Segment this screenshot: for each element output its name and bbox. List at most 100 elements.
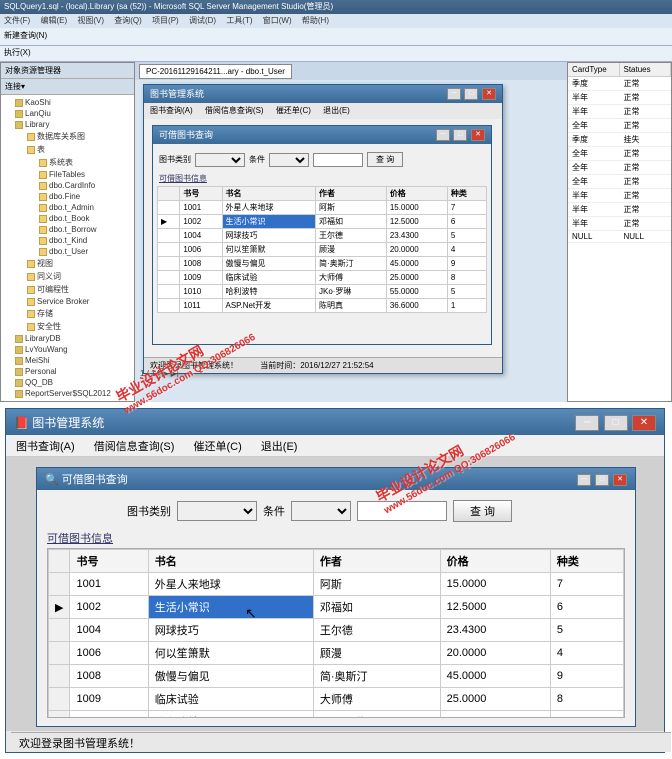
- col-header[interactable]: CardType: [568, 63, 620, 76]
- col-header[interactable]: 书名: [148, 550, 313, 573]
- menu-file[interactable]: 文件(F): [4, 16, 30, 25]
- search-button[interactable]: 查 询: [367, 152, 403, 167]
- table-row[interactable]: 1008傲慢与偏见简·奥斯汀45.00009: [49, 665, 624, 688]
- table-row[interactable]: 1008傲慢与偏见简·奥斯汀45.00009: [158, 257, 487, 271]
- grid-row[interactable]: 全年正常: [568, 147, 671, 161]
- col-header[interactable]: 作者: [315, 187, 386, 201]
- search-button[interactable]: 查 询: [453, 500, 512, 522]
- grid-row[interactable]: NULLNULL: [568, 231, 671, 243]
- category-select[interactable]: [177, 501, 257, 521]
- close-icon[interactable]: ✕: [482, 88, 496, 100]
- menu-book-query[interactable]: 图书查询(A): [150, 106, 193, 115]
- col-header[interactable]: 种类: [550, 550, 623, 573]
- minimize-icon[interactable]: ─: [447, 88, 461, 100]
- menu-book-query[interactable]: 图书查询(A): [16, 441, 75, 453]
- close-icon[interactable]: ✕: [471, 129, 485, 141]
- category-select[interactable]: [195, 153, 245, 167]
- table-row[interactable]: ▶1002生活小常识邓福如12.50006: [49, 596, 624, 619]
- search-input[interactable]: [357, 501, 447, 521]
- tree-node[interactable]: LibraryDB: [3, 333, 132, 344]
- tree-node[interactable]: 数据库关系图: [3, 130, 132, 143]
- col-header[interactable]: 种类: [447, 187, 486, 201]
- table-row[interactable]: 1010哈利波特JKo·罗琳55.00005: [49, 711, 624, 719]
- book-table-large[interactable]: 书号书名作者价格种类1001外星人来地球阿斯15.00007▶1002生活小常识…: [48, 549, 624, 718]
- maximize-icon[interactable]: □: [604, 415, 628, 431]
- search-input[interactable]: [313, 153, 363, 167]
- maximize-icon[interactable]: □: [453, 129, 467, 141]
- grid-row[interactable]: 全年正常: [568, 119, 671, 133]
- tree-node[interactable]: ReportServer$SQL2012: [3, 388, 132, 399]
- menu-view[interactable]: 视图(V): [77, 16, 104, 25]
- tree-node[interactable]: QQ_DB: [3, 377, 132, 388]
- table-row[interactable]: 1006何以笙箫默顾漫20.00004: [158, 243, 487, 257]
- grid-row[interactable]: 季度挂失: [568, 133, 671, 147]
- tree-node[interactable]: KaoShi: [3, 97, 132, 108]
- new-query-button[interactable]: 新建查询(N): [4, 31, 47, 40]
- table-row[interactable]: ▶1002生活小常识邓福如12.50006: [158, 215, 487, 229]
- table-row[interactable]: 1001外星人来地球阿斯15.00007: [49, 573, 624, 596]
- maximize-icon[interactable]: □: [464, 88, 478, 100]
- menu-exit[interactable]: 退出(E): [323, 106, 350, 115]
- tree-node[interactable]: 安全性: [3, 320, 132, 333]
- window-titlebar[interactable]: 图书管理系统 ─ □ ✕: [144, 85, 502, 103]
- execute-button[interactable]: 执行(X): [4, 48, 31, 57]
- tree-node[interactable]: LvYouWang: [3, 344, 132, 355]
- tree-node[interactable]: 系统表: [3, 156, 132, 169]
- grid-row[interactable]: 全年正常: [568, 175, 671, 189]
- table-row[interactable]: 1010哈利波特JKo·罗琳55.00005: [158, 285, 487, 299]
- col-header[interactable]: 价格: [386, 187, 447, 201]
- table-row[interactable]: 1001外星人来地球阿斯15.00007: [158, 201, 487, 215]
- table-row[interactable]: 1004网球技巧王尔德23.43005: [49, 619, 624, 642]
- minimize-icon[interactable]: ─: [575, 415, 599, 431]
- tree-node[interactable]: Library: [3, 119, 132, 130]
- query-titlebar[interactable]: 🔍 可借图书查询 ─ □ ✕: [37, 468, 635, 490]
- book-table-small[interactable]: 书号书名作者价格种类1001外星人来地球阿斯15.00007▶1002生活小常识…: [157, 186, 487, 313]
- minimize-icon[interactable]: ─: [436, 129, 450, 141]
- grid-row[interactable]: 半年正常: [568, 91, 671, 105]
- grid-row[interactable]: 半年正常: [568, 203, 671, 217]
- ssms-toolbar[interactable]: 新建查询(N): [0, 28, 672, 46]
- menu-tools[interactable]: 工具(T): [226, 16, 252, 25]
- tree-node[interactable]: dbo.CardInfo: [3, 180, 132, 191]
- table-row[interactable]: 1009临床试验大师傅25.00008: [158, 271, 487, 285]
- menu-borrow-info[interactable]: 借阅信息查询(S): [94, 441, 175, 453]
- results-grid[interactable]: CardTypeStatues季度正常半年正常半年正常全年正常季度挂失全年正常全…: [567, 62, 672, 402]
- menu-reminder[interactable]: 催还单(C): [193, 441, 241, 453]
- tree-node[interactable]: MeiShi: [3, 355, 132, 366]
- tree-node[interactable]: 存储: [3, 307, 132, 320]
- table-row[interactable]: 1009临床试验大师傅25.00008: [49, 688, 624, 711]
- tree-node[interactable]: dbo.Fine: [3, 191, 132, 202]
- col-header[interactable]: 作者: [313, 550, 440, 573]
- document-tabs[interactable]: PC-20161129164211...ary - dbo.t_User: [135, 62, 567, 80]
- tree-node[interactable]: 表: [3, 143, 132, 156]
- menu-reminder[interactable]: 催还单(C): [276, 106, 311, 115]
- tree-node[interactable]: dbo.t_User: [3, 246, 132, 257]
- big-titlebar[interactable]: 📕 图书管理系统 ─ □ ✕: [6, 409, 664, 435]
- close-icon[interactable]: ✕: [613, 474, 627, 486]
- app-small-menu[interactable]: 图书查询(A) 借阅信息查询(S) 催还单(C) 退出(E): [144, 103, 502, 119]
- col-header[interactable]: Statues: [620, 63, 672, 76]
- menu-window[interactable]: 窗口(W): [263, 16, 292, 25]
- condition-select[interactable]: [291, 501, 351, 521]
- tree-node[interactable]: dbo.t_Borrow: [3, 224, 132, 235]
- col-header[interactable]: 价格: [440, 550, 550, 573]
- object-tree[interactable]: KaoShiLanQiuLibrary数据库关系图表系统表FileTablesd…: [1, 95, 134, 401]
- tree-node[interactable]: Service Broker: [3, 296, 132, 307]
- ssms-menubar[interactable]: 文件(F) 编辑(E) 视图(V) 查询(Q) 项目(P) 调试(D) 工具(T…: [0, 14, 672, 28]
- grid-row[interactable]: 半年正常: [568, 217, 671, 231]
- record-pager[interactable]: 1 / 14 ▶ ▶|: [140, 369, 179, 378]
- tree-node[interactable]: dbo.t_Book: [3, 213, 132, 224]
- condition-select[interactable]: [269, 153, 309, 167]
- tree-node[interactable]: FileTables: [3, 169, 132, 180]
- menu-borrow-info[interactable]: 借阅信息查询(S): [205, 106, 264, 115]
- grid-row[interactable]: 全年正常: [568, 161, 671, 175]
- menu-exit[interactable]: 退出(E): [261, 441, 298, 453]
- tree-node[interactable]: 同义词: [3, 270, 132, 283]
- tree-node[interactable]: 视图: [3, 257, 132, 270]
- table-row[interactable]: 1011ASP.Net开发陈明真36.60001: [158, 299, 487, 313]
- menu-query[interactable]: 查询(Q): [114, 16, 142, 25]
- tree-node[interactable]: LanQiu: [3, 108, 132, 119]
- col-header[interactable]: 书号: [70, 550, 148, 573]
- grid-row[interactable]: 半年正常: [568, 189, 671, 203]
- big-menubar[interactable]: 图书查询(A) 借阅信息查询(S) 催还单(C) 退出(E): [6, 435, 664, 457]
